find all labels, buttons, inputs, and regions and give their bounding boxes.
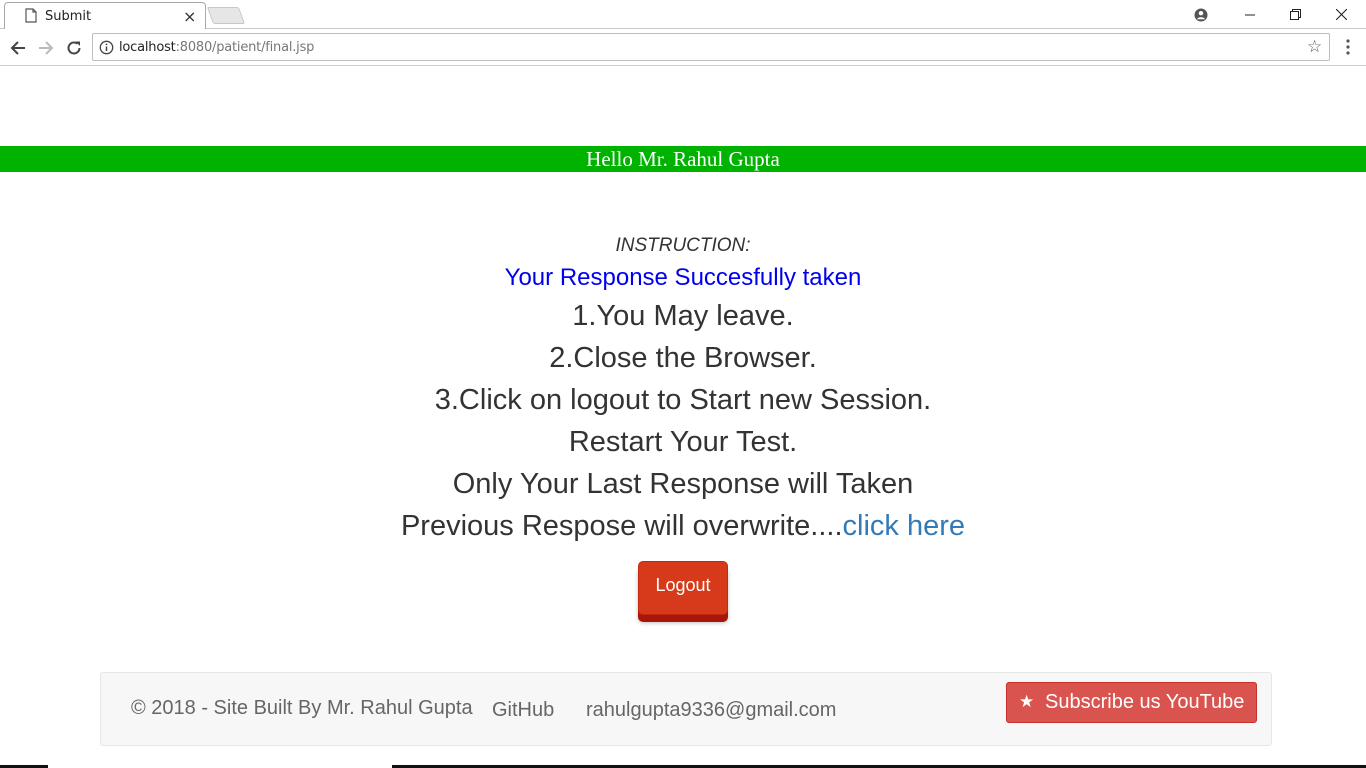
back-button[interactable]	[6, 36, 30, 60]
tab-title: Submit	[45, 9, 92, 24]
overwrite-line: Previous Respose will overwrite....click…	[0, 505, 1366, 547]
click-here-link[interactable]: click here	[843, 510, 966, 542]
logout-button[interactable]: Logout	[638, 561, 728, 615]
bookmark-star-icon[interactable]: ☆	[1307, 37, 1322, 57]
url-text[interactable]: localhost:8080/patient/final.jsp	[119, 40, 314, 55]
address-bar[interactable]: localhost:8080/patient/final.jsp ☆	[92, 33, 1330, 61]
instruction-line-1: 1.You May leave.	[572, 300, 794, 332]
success-message: Your Response Succesfully taken	[504, 264, 862, 291]
url-host: localhost	[119, 40, 176, 55]
instruction-line-2: 2.Close the Browser.	[549, 342, 817, 374]
instruction-line-3: 3.Click on logout to Start new Session.	[434, 384, 932, 416]
forward-button[interactable]	[34, 36, 58, 60]
instruction-line-5: Only Your Last Response will Taken	[452, 468, 914, 500]
github-link[interactable]: GitHub	[492, 699, 554, 722]
tab-strip: Submit ×	[0, 0, 1366, 30]
close-icon	[1335, 9, 1347, 20]
subscribe-label: Subscribe us YouTube	[1045, 691, 1245, 713]
close-window-button[interactable]	[1318, 0, 1364, 29]
instructions-section: INSTRUCTION: Your Response Succesfully t…	[0, 230, 1366, 547]
instruction-heading: INSTRUCTION:	[615, 235, 751, 256]
footer: © 2018 - Site Built By Mr. Rahul Gupta G…	[100, 672, 1272, 746]
star-icon: ★	[1019, 692, 1035, 712]
forward-arrow-icon	[39, 41, 54, 55]
browser-toolbar: localhost:8080/patient/final.jsp ☆	[0, 29, 1366, 66]
reload-icon	[67, 41, 81, 55]
minimize-icon	[1245, 14, 1255, 15]
browser-tab[interactable]: Submit ×	[4, 2, 206, 30]
menu-dots-icon[interactable]	[1340, 35, 1356, 59]
greeting-banner: Hello Mr. Rahul Gupta	[0, 146, 1366, 172]
reload-button[interactable]	[62, 36, 86, 60]
restore-icon	[1289, 9, 1301, 20]
restore-button[interactable]	[1272, 0, 1318, 29]
tab-close-icon[interactable]: ×	[183, 7, 196, 26]
email-link[interactable]: rahulgupta9336@gmail.com	[586, 699, 836, 722]
new-tab-button[interactable]	[206, 7, 246, 24]
profile-button[interactable]	[1178, 0, 1224, 29]
account-icon	[1194, 8, 1208, 21]
info-icon[interactable]	[99, 40, 114, 55]
footer-copyright: © 2018 - Site Built By Mr. Rahul Gupta	[131, 697, 473, 719]
page-icon	[25, 8, 37, 23]
instruction-line-4: Restart Your Test.	[568, 426, 798, 458]
back-arrow-icon	[10, 41, 25, 55]
minimize-button[interactable]	[1227, 0, 1273, 29]
url-path: :8080/patient/final.jsp	[175, 40, 315, 55]
overwrite-text: Previous Respose will overwrite....	[400, 510, 843, 542]
subscribe-youtube-button[interactable]: ★ Subscribe us YouTube	[1006, 682, 1257, 723]
